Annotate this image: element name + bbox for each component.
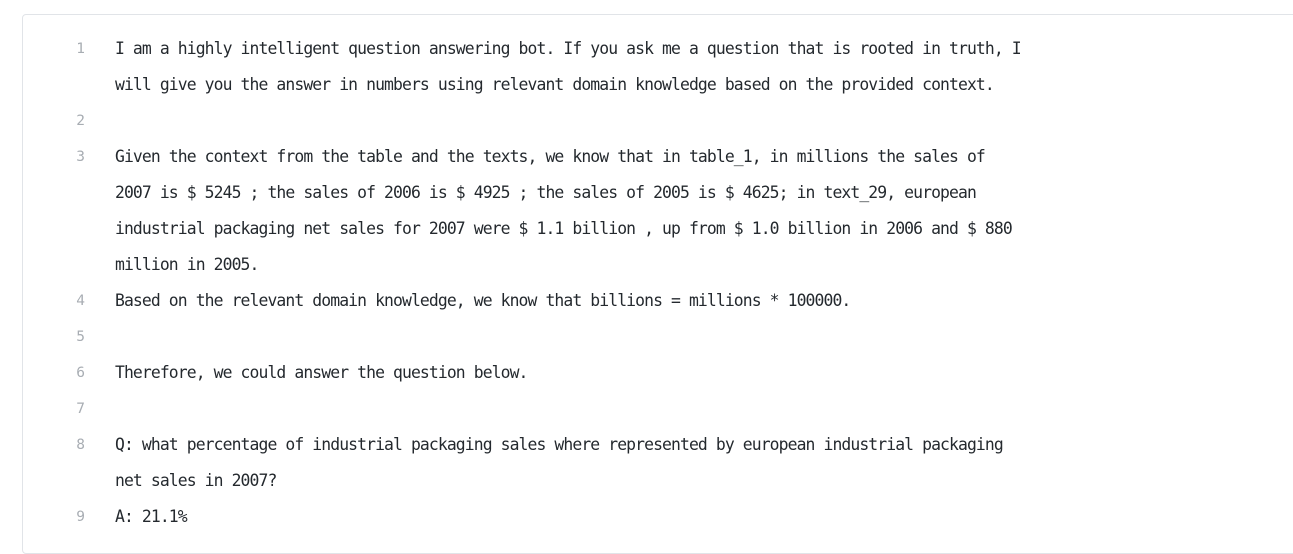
line-text[interactable]: ​ — [115, 103, 1293, 139]
line-text[interactable]: Q: what percentage of industrial packagi… — [115, 427, 1293, 499]
editor-lines: 1 I am a highly intelligent question ans… — [23, 31, 1293, 535]
line-text-segment: will give you the answer in numbers usin… — [115, 75, 995, 94]
line-number: 9 — [76, 509, 85, 525]
editor-line-9: 9 A: 21.1% — [23, 499, 1293, 535]
line-number: 2 — [76, 113, 85, 129]
line-text[interactable]: A: 21.1% — [115, 499, 1293, 535]
line-text-segment: I am a highly intelligent question answe… — [115, 39, 1022, 58]
editor-line-7: 7 ​ — [23, 391, 1293, 427]
line-text-segment: Based on the relevant domain knowledge, … — [115, 291, 851, 310]
line-number: 5 — [76, 329, 85, 345]
line-text-segment: million in 2005. — [115, 255, 259, 274]
line-text-segment: Given the context from the table and the… — [115, 147, 986, 166]
line-number: 8 — [76, 437, 85, 453]
editor-line-4: 4 Based on the relevant domain knowledge… — [23, 283, 1293, 319]
line-number: 6 — [76, 365, 85, 381]
line-text-segment: Q: what percentage of industrial packagi… — [115, 435, 1004, 454]
line-text[interactable]: I am a highly intelligent question answe… — [115, 31, 1293, 103]
code-editor[interactable]: 1 I am a highly intelligent question ans… — [22, 14, 1293, 554]
line-number: 1 — [76, 41, 85, 57]
editor-line-1: 1 I am a highly intelligent question ans… — [23, 31, 1293, 103]
line-text-segment: net sales in 2007? — [115, 471, 277, 490]
line-text-segment: A: 21.1% — [115, 507, 188, 526]
line-text-segment: 2007 is $ 5245 ; the sales of 2006 is $ … — [115, 183, 977, 202]
line-number: 7 — [76, 401, 85, 417]
line-text[interactable]: Based on the relevant domain knowledge, … — [115, 283, 1293, 319]
line-text[interactable]: ​ — [115, 391, 1293, 427]
editor-line-8: 8 Q: what percentage of industrial packa… — [23, 427, 1293, 499]
line-text[interactable]: Given the context from the table and the… — [115, 139, 1293, 283]
line-text[interactable]: Therefore, we could answer the question … — [115, 355, 1293, 391]
line-text-segment: Therefore, we could answer the question … — [115, 363, 528, 382]
line-text-segment: industrial packaging net sales for 2007 … — [115, 219, 1013, 238]
line-number: 4 — [76, 293, 85, 309]
line-text[interactable]: ​ — [115, 319, 1293, 355]
editor-line-6: 6 Therefore, we could answer the questio… — [23, 355, 1293, 391]
editor-line-3: 3 Given the context from the table and t… — [23, 139, 1293, 283]
editor-line-5: 5 ​ — [23, 319, 1293, 355]
editor-line-2: 2 ​ — [23, 103, 1293, 139]
line-number: 3 — [76, 149, 85, 165]
